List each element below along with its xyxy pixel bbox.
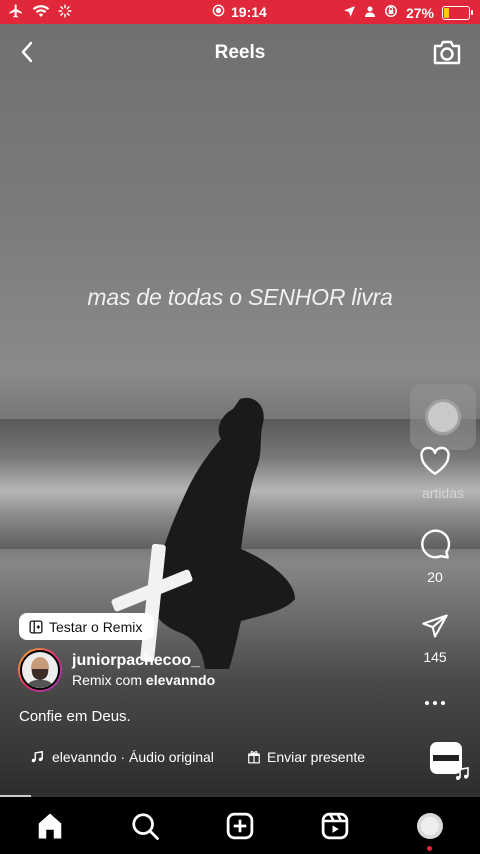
remix-credit-prefix: Remix com	[72, 672, 143, 688]
rotation-lock-icon	[384, 4, 398, 21]
gift-icon	[248, 751, 260, 764]
send-gift-label: Enviar presente	[267, 749, 366, 765]
top-navigation: Reels	[0, 24, 480, 80]
video-caption-text: mas de todas o SENHOR livra	[87, 284, 393, 310]
battery-icon	[442, 5, 473, 20]
avatar-shirt	[25, 680, 55, 688]
clock-time: 19:14	[231, 4, 267, 20]
comment-button[interactable]: 20	[390, 528, 480, 585]
audio-thumbnail-art	[433, 755, 459, 761]
tab-reels[interactable]	[319, 811, 351, 841]
wifi-icon	[32, 4, 50, 21]
notification-dot	[427, 846, 432, 851]
tab-home[interactable]	[34, 811, 66, 841]
comment-icon	[421, 529, 451, 559]
bottom-tab-bar	[0, 797, 480, 854]
remix-credit: Remix com elevanndo	[72, 672, 215, 688]
more-icon	[425, 701, 445, 705]
send-gift-button[interactable]: Enviar presente	[247, 749, 365, 765]
send-icon	[422, 614, 448, 638]
avatar-beard	[32, 669, 48, 680]
try-remix-button[interactable]: Testar o Remix	[19, 613, 155, 640]
try-remix-label: Testar o Remix	[49, 618, 143, 635]
add-post-icon	[226, 812, 254, 840]
more-options-button[interactable]	[390, 694, 480, 712]
audio-link[interactable]: elevanndo · Áudio original	[30, 749, 214, 765]
music-note-icon	[31, 750, 43, 763]
airplane-icon	[8, 3, 24, 22]
remix-thumbnail[interactable]	[410, 384, 476, 450]
author-text: juniorpachecoo_ Remix com elevanndo	[72, 652, 215, 688]
comments-count: 20	[427, 569, 443, 585]
kneeling-person-silhouette	[152, 397, 295, 669]
post-author: juniorpachecoo_ Remix com elevanndo	[18, 648, 215, 692]
page-title: Reels	[214, 42, 266, 63]
activity-icon	[58, 4, 72, 21]
camera-icon	[433, 40, 461, 65]
likes-label: artidas	[421, 485, 465, 501]
audio-thumbnail-button[interactable]	[430, 742, 469, 780]
music-note-icon	[456, 767, 469, 780]
reels-icon	[321, 812, 349, 840]
avatar-photo	[20, 650, 60, 690]
tab-search[interactable]	[129, 811, 161, 841]
person-icon	[364, 5, 376, 21]
share-button[interactable]: 145	[390, 612, 480, 665]
screen-record-icon	[212, 4, 225, 20]
shares-count: 145	[423, 649, 447, 665]
remix-thumbnail-dot	[425, 399, 461, 435]
camera-button[interactable]	[432, 38, 462, 66]
username[interactable]: juniorpachecoo_	[72, 652, 215, 670]
like-button[interactable]: artidas	[390, 446, 480, 501]
battery-level	[444, 7, 450, 18]
profile-avatar-icon	[417, 813, 443, 839]
remix-icon	[29, 620, 43, 633]
home-icon	[38, 813, 62, 839]
search-icon	[132, 813, 159, 840]
heart-icon	[420, 446, 450, 475]
tab-profile[interactable]	[415, 811, 447, 841]
post-description[interactable]: Confie em Deus.	[19, 708, 131, 725]
audio-label: elevanndo · Áudio original	[52, 749, 214, 765]
avatar[interactable]	[18, 648, 62, 692]
tab-create[interactable]	[224, 811, 256, 841]
location-icon	[343, 5, 356, 21]
status-bar: 19:14 27%	[0, 0, 480, 24]
remix-credit-user[interactable]: elevanndo	[146, 672, 215, 688]
battery-percent: 27%	[405, 4, 434, 21]
